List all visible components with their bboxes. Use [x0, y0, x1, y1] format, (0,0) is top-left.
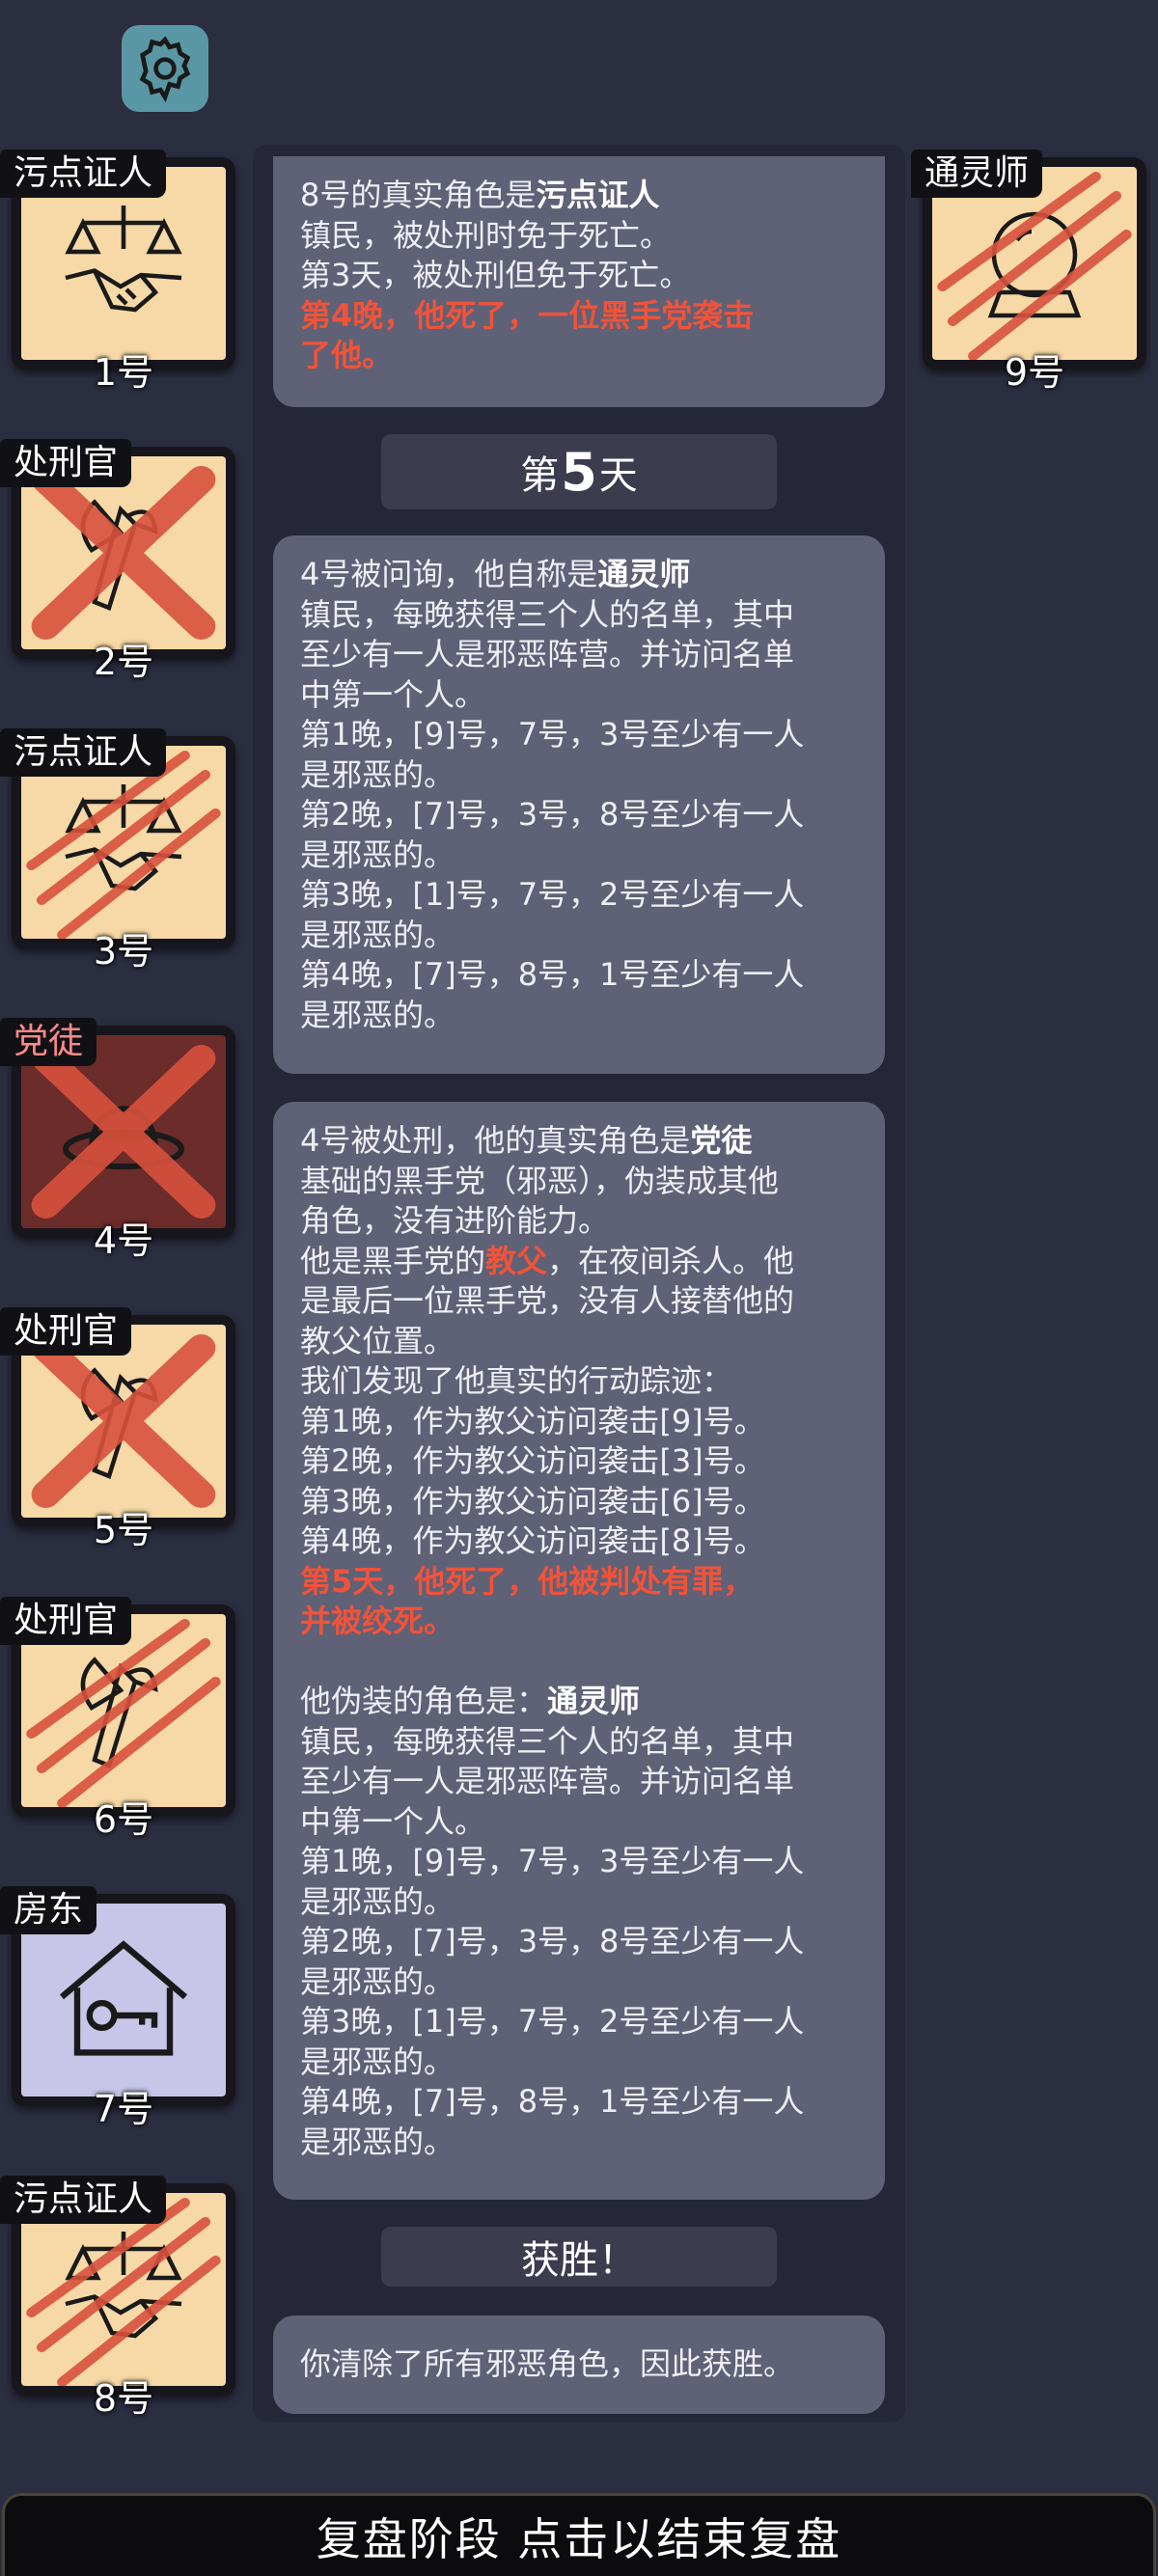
player-card-7[interactable]: 房东 7号 — [0, 1886, 235, 2130]
seat-number: 7号 — [93, 2088, 154, 2130]
role-tag: 通灵师 — [911, 150, 1043, 198]
role-tag: 污点证人 — [0, 2176, 167, 2224]
player-card-8[interactable]: 污点证人 8号 — [0, 2176, 235, 2420]
gear-icon — [139, 36, 191, 102]
day-header: 第5天 — [381, 434, 777, 509]
role-tag: 处刑官 — [0, 439, 132, 487]
role-tag: 处刑官 — [0, 1307, 132, 1356]
player-card-5[interactable]: 处刑官 5号 — [0, 1307, 235, 1551]
handshake-scales-icon — [65, 2232, 182, 2339]
role-tag: 房东 — [0, 1886, 97, 1934]
role-tag: 处刑官 — [0, 1597, 132, 1645]
player-card-1[interactable]: 污点证人 1号 — [0, 150, 235, 394]
role-tag: 党徒 — [0, 1018, 97, 1066]
house-key-icon — [59, 1940, 188, 2056]
seat-number: 6号 — [93, 1798, 154, 1841]
log-message: 4号被处刑，他的真实角色是党徒 基础的黑手党（邪恶），伪装成其他 角色，没有进阶… — [273, 1102, 885, 2200]
settings-button[interactable] — [122, 25, 208, 112]
seat-number: 3号 — [93, 930, 154, 973]
axe-icon — [80, 1657, 158, 1768]
seat-number: 1号 — [93, 351, 154, 394]
seat-number: 8号 — [93, 2377, 154, 2420]
end-review-button[interactable]: 复盘阶段 点击以结束复盘 — [2, 2493, 1156, 2576]
player-card-4[interactable]: 党徒 4号 — [0, 1018, 235, 1262]
handshake-scales-icon — [65, 784, 182, 891]
role-tag: 污点证人 — [0, 728, 167, 777]
crystal-ball-icon — [987, 211, 1082, 318]
player-card-3[interactable]: 污点证人 3号 — [0, 728, 235, 973]
player-card-6[interactable]: 处刑官 6号 — [0, 1597, 235, 1841]
victory-header: 获胜！ — [381, 2227, 777, 2287]
seat-number: 2号 — [93, 641, 154, 683]
player-card-9[interactable]: 通灵师 9号 — [911, 150, 1146, 394]
log-message: 4号被问询，他自称是通灵师 镇民，每晚获得三个人的名单，其中 至少有一人是邪恶阵… — [273, 535, 885, 1074]
handshake-scales-icon — [65, 206, 182, 313]
log-message: 你清除了所有邪恶角色，因此获胜。 — [273, 2316, 885, 2414]
fedora-hat-icon — [63, 1105, 184, 1169]
role-tag: 污点证人 — [0, 150, 167, 198]
seat-number: 9号 — [1004, 351, 1065, 394]
seat-number: 5号 — [93, 1509, 154, 1551]
axe-icon — [80, 1367, 158, 1479]
axe-icon — [80, 499, 158, 611]
log-message: 8号的真实角色是污点证人 镇民，被处刑时免于死亡。 第3天，被处刑但免于死亡。 … — [273, 156, 885, 407]
seat-number: 4号 — [93, 1219, 154, 1262]
player-card-2[interactable]: 处刑官 2号 — [0, 439, 235, 683]
